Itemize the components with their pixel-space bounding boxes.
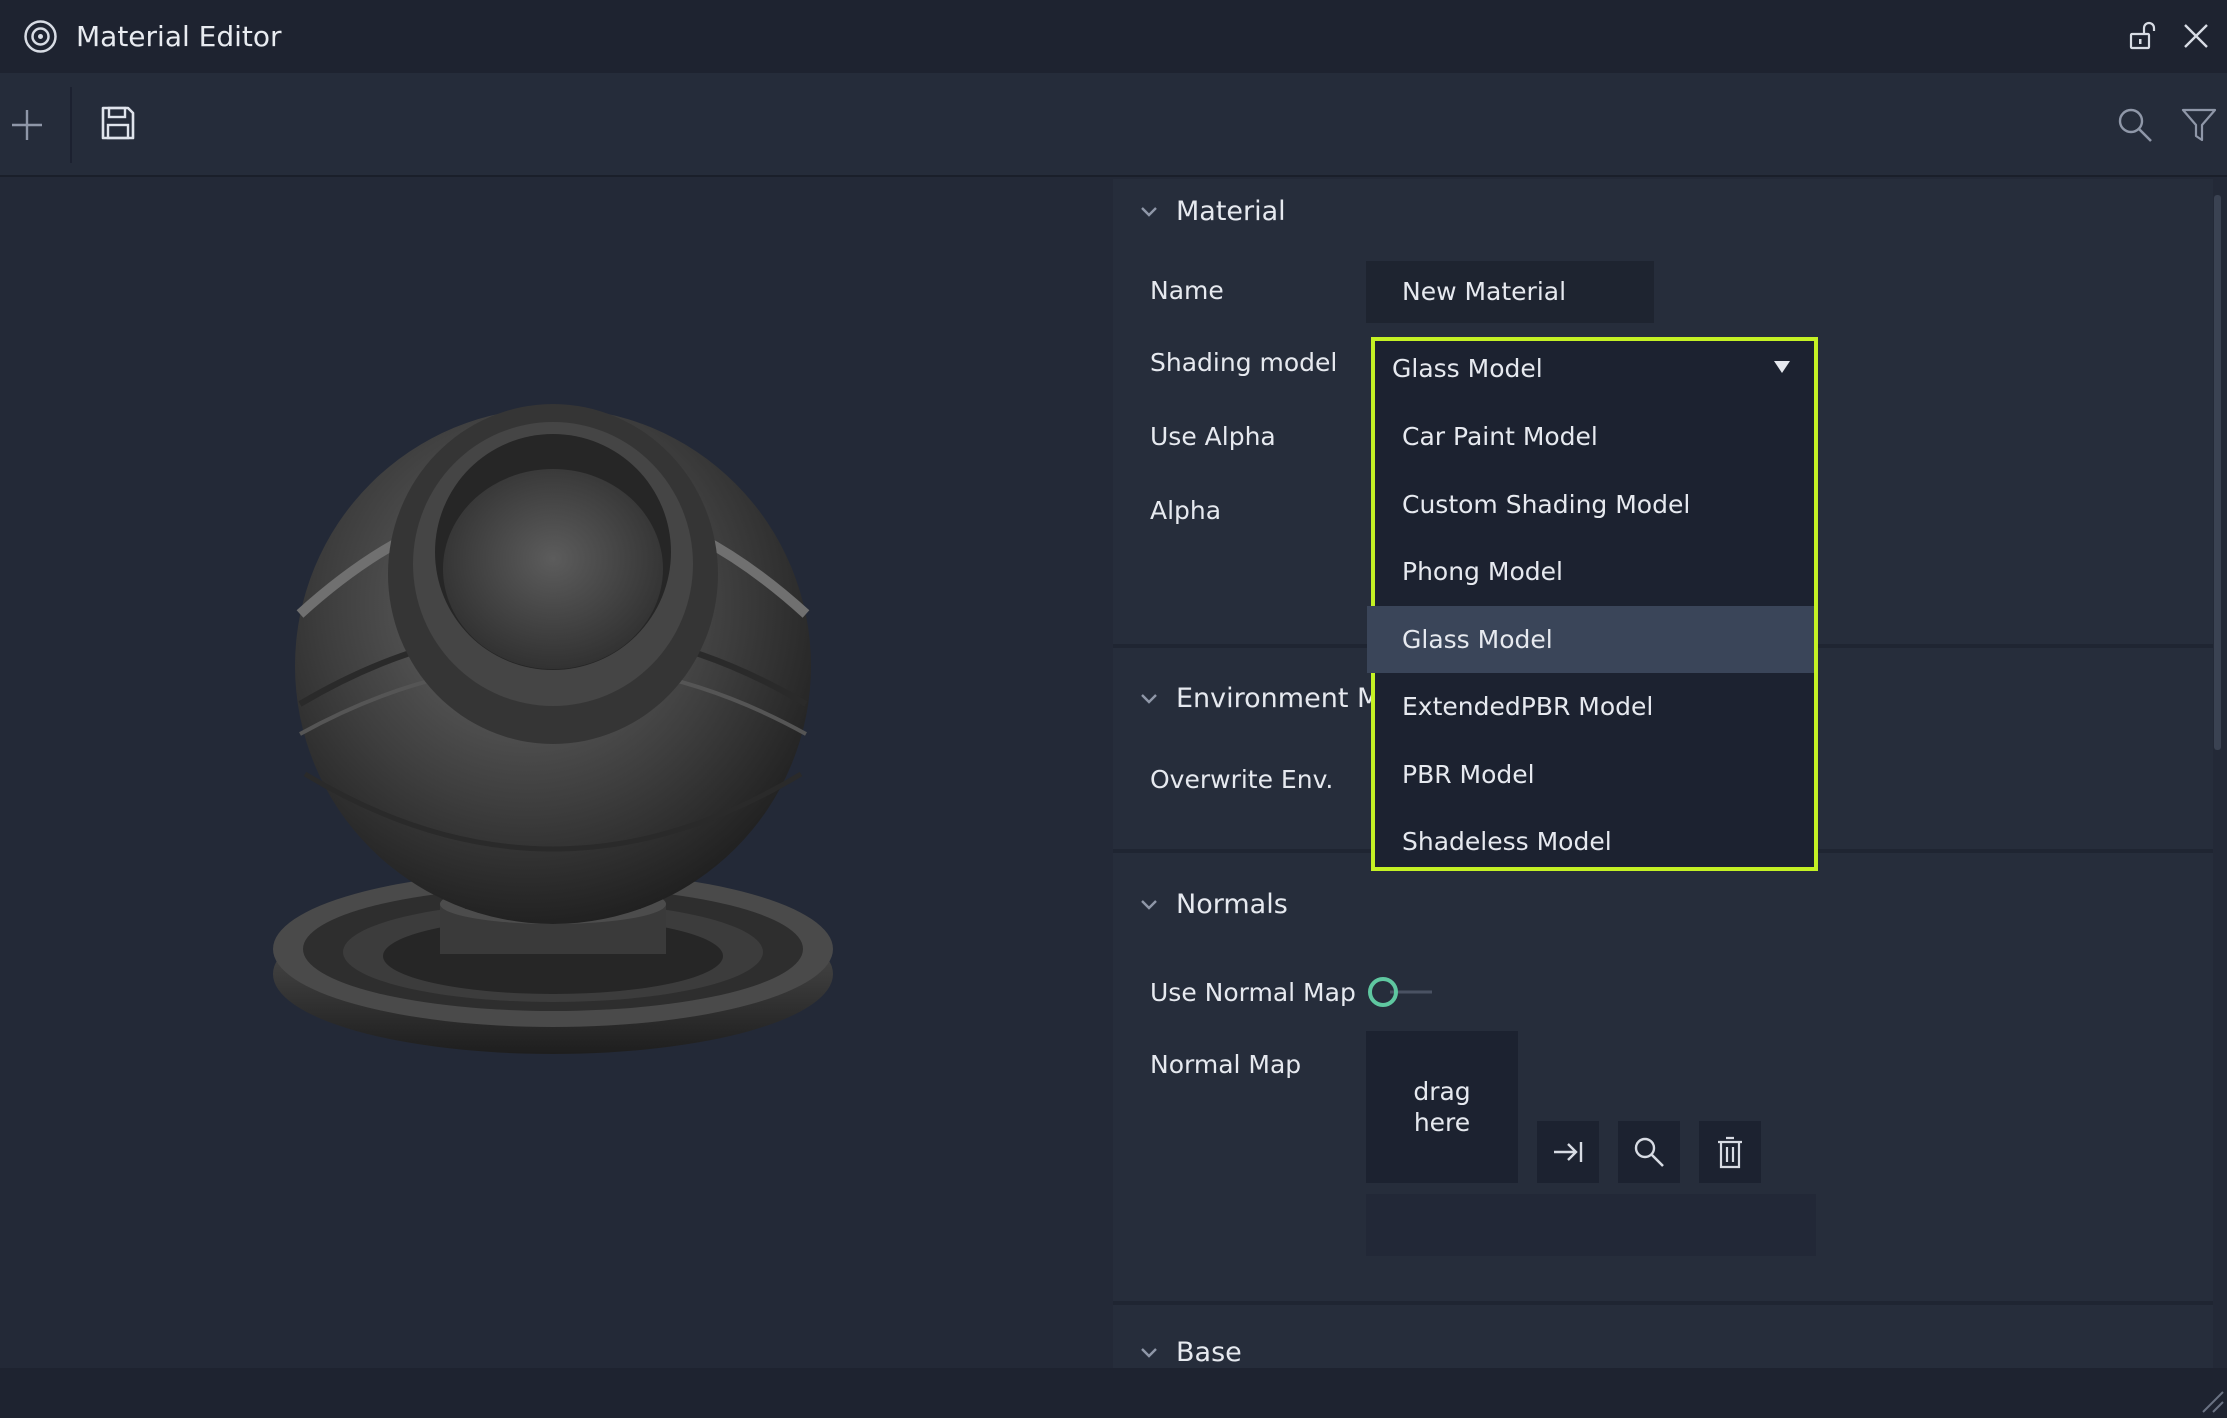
delete-map-button[interactable] — [1699, 1121, 1761, 1183]
shading-model-dropdown[interactable]: Glass Model Car Paint Model Custom Shadi… — [1367, 337, 1818, 871]
section-header-normals[interactable]: Normals — [1138, 884, 1288, 924]
status-bar — [0, 1368, 2227, 1418]
name-field[interactable]: New Material — [1366, 261, 1654, 323]
caret-down-icon — [1774, 361, 1790, 373]
section-title: Material — [1176, 195, 1286, 227]
section-header-material[interactable]: Material — [1138, 191, 1286, 231]
trash-icon — [1718, 1136, 1742, 1169]
name-label: Name — [1150, 276, 1224, 305]
dropdown-option[interactable]: Phong Model — [1375, 538, 1814, 606]
use-normal-map-toggle[interactable] — [1366, 972, 1436, 1012]
toolbar-separator — [70, 87, 72, 163]
apply-map-button[interactable] — [1537, 1121, 1599, 1183]
chevron-down-icon — [1141, 900, 1157, 910]
search-icon[interactable] — [2115, 105, 2155, 145]
save-icon[interactable] — [98, 103, 138, 143]
dropdown-option[interactable]: PBR Model — [1375, 741, 1814, 809]
panel-scrollbar[interactable] — [2214, 195, 2221, 750]
material-preview-viewport[interactable] — [0, 179, 1113, 1368]
material-preview-model — [273, 404, 833, 1054]
chevron-down-icon — [1141, 1348, 1157, 1358]
filter-icon[interactable] — [2180, 105, 2218, 145]
section-header-base[interactable]: Base — [1138, 1332, 1242, 1368]
section-header-environment[interactable]: Environment Ma — [1138, 678, 1397, 718]
resize-grip-icon[interactable] — [2195, 1384, 2225, 1414]
drop-zone-text: here — [1413, 1108, 1471, 1137]
drop-zone-text: drag — [1413, 1077, 1471, 1106]
plus-icon[interactable] — [8, 106, 46, 144]
section-divider — [1113, 1301, 2213, 1305]
dropdown-selected[interactable]: Glass Model — [1375, 341, 1814, 397]
chevron-down-icon — [1141, 694, 1157, 704]
dropdown-option[interactable]: Custom Shading Model — [1375, 471, 1814, 539]
alpha-label: Alpha — [1150, 496, 1222, 525]
dropdown-selected-value: Glass Model — [1392, 354, 1543, 383]
search-icon — [1634, 1137, 1664, 1167]
normal-map-label: Normal Map — [1150, 1050, 1302, 1079]
title-bar: Material Editor — [0, 0, 2227, 73]
section-title: Environment Ma — [1176, 682, 1397, 714]
shading-model-label: Shading model — [1150, 348, 1338, 377]
browse-map-button[interactable] — [1618, 1121, 1680, 1183]
arrow-to-right-icon — [1554, 1142, 1583, 1162]
window-title: Material Editor — [76, 20, 282, 53]
dropdown-option[interactable]: Car Paint Model — [1375, 403, 1814, 471]
section-title: Base — [1176, 1336, 1242, 1368]
close-icon[interactable] — [2180, 20, 2212, 52]
chevron-down-icon — [1141, 207, 1157, 217]
overwrite-env-label: Overwrite Env. — [1150, 765, 1334, 794]
normal-map-path-field[interactable] — [1366, 1194, 1816, 1256]
dropdown-options: Car Paint Model Custom Shading Model Pho… — [1367, 403, 1814, 876]
use-normal-map-label: Use Normal Map — [1150, 978, 1356, 1007]
section-title: Normals — [1176, 888, 1288, 920]
material-properties-panel: Material Name New Material Shading model… — [1113, 179, 2213, 1368]
app-logo-icon — [24, 20, 57, 53]
dropdown-option[interactable]: Shadeless Model — [1375, 808, 1814, 876]
toolbar — [0, 73, 2227, 177]
normal-map-drop-zone[interactable]: drag here — [1366, 1031, 1518, 1183]
dropdown-option[interactable]: ExtendedPBR Model — [1375, 673, 1814, 741]
dropdown-option-selected[interactable]: Glass Model — [1367, 605, 1814, 673]
unlock-icon[interactable] — [2127, 20, 2159, 52]
use-alpha-label: Use Alpha — [1150, 422, 1276, 451]
